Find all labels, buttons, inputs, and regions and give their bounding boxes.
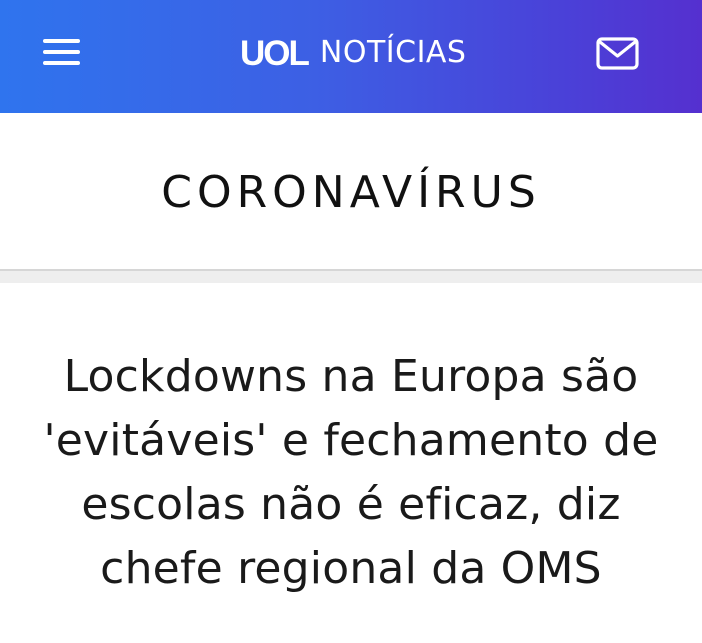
uol-logo: UOL: [240, 33, 310, 73]
section-divider: [0, 269, 702, 283]
article-container: Lockdowns na Europa são 'evitáveis' e fe…: [0, 283, 702, 643]
app-header: UOL NOTÍCIAS: [0, 0, 702, 113]
brand-logo-link[interactable]: UOL NOTÍCIAS: [240, 30, 466, 76]
brand-section-name: NOTÍCIAS: [319, 35, 467, 70]
section-header: CORONAVÍRUS: [0, 113, 702, 269]
section-title[interactable]: CORONAVÍRUS: [161, 167, 541, 218]
menu-button[interactable]: [40, 36, 84, 70]
envelope-icon: [596, 37, 639, 70]
article-headline: Lockdowns na Europa são 'evitáveis' e fe…: [43, 351, 659, 594]
newsletter-button[interactable]: [596, 36, 640, 72]
